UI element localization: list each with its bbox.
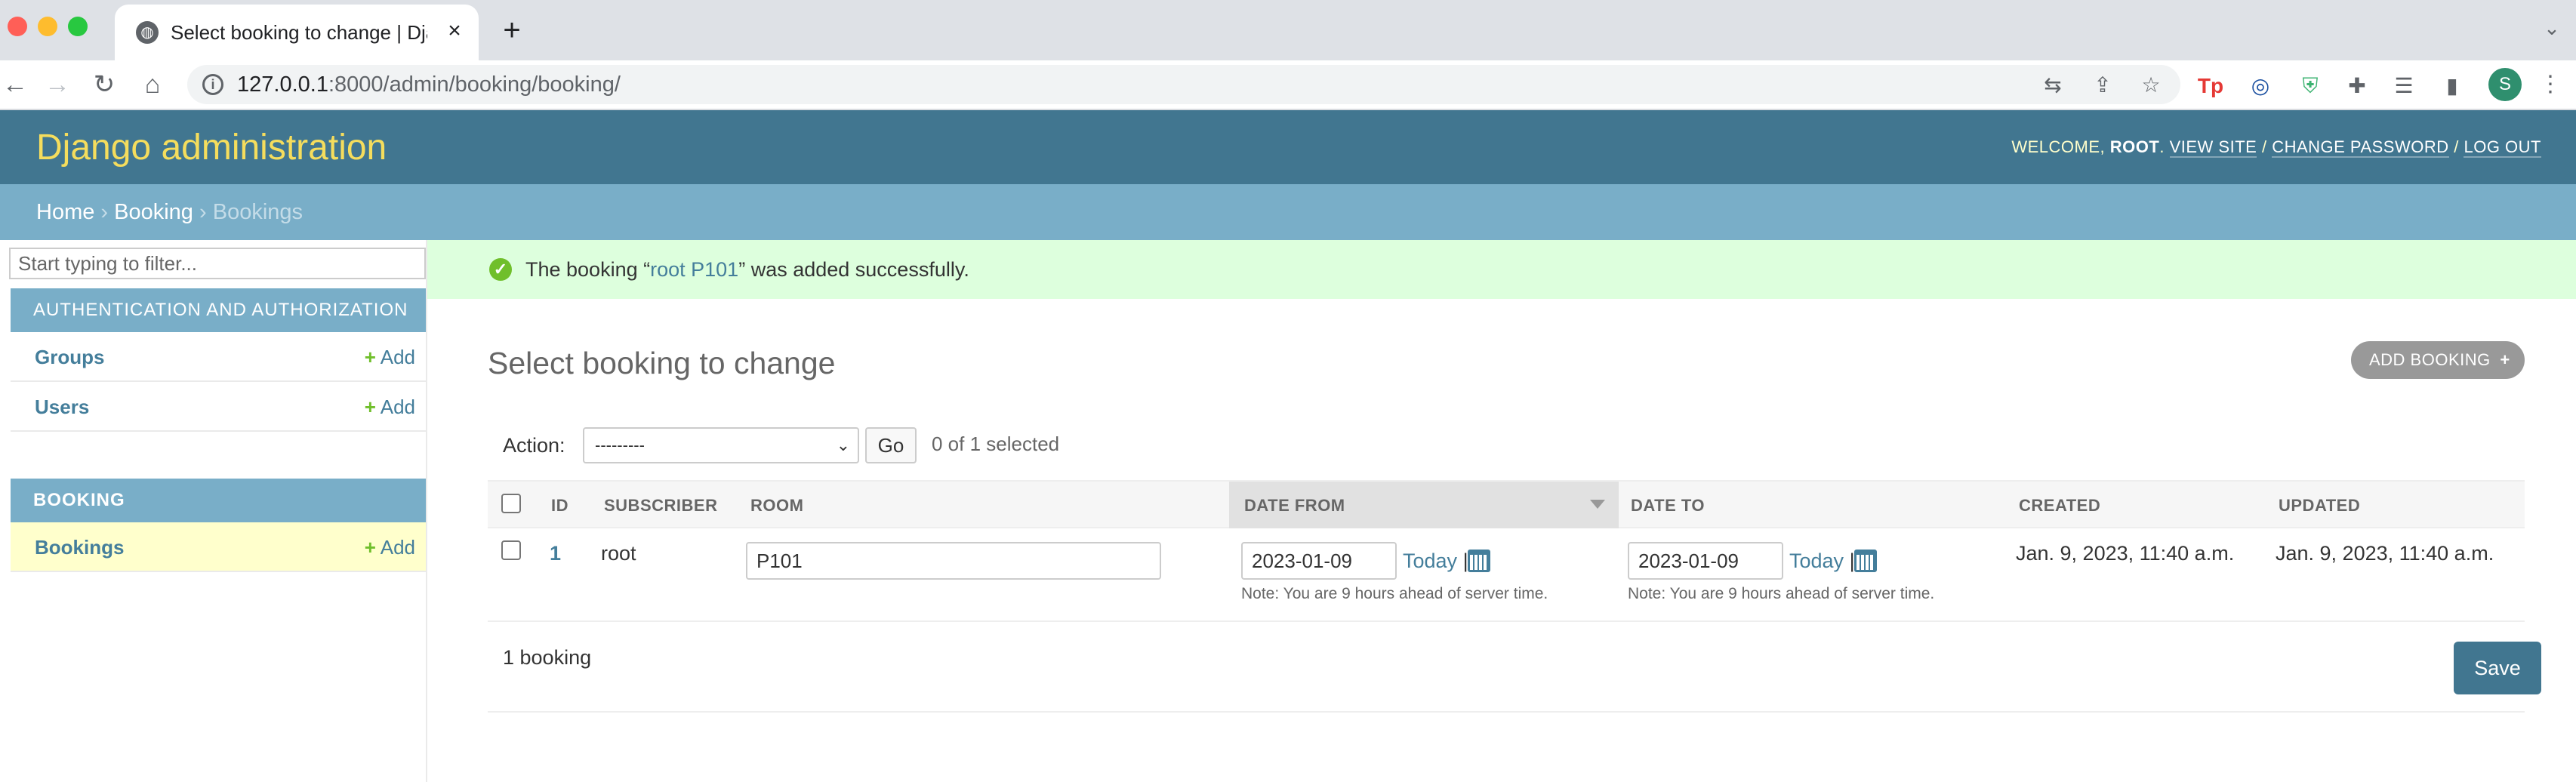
url-path: :8000/admin/booking/booking/: [328, 72, 621, 97]
nav-filter-input[interactable]: Start typing to filter...: [9, 248, 426, 279]
add-booking-button[interactable]: ADD BOOKING +: [2351, 341, 2525, 379]
module-caption-auth[interactable]: AUTHENTICATION AND AUTHORIZATION: [11, 288, 426, 332]
column-header-date-to[interactable]: DATE TO: [1631, 495, 1705, 516]
plus-icon: +: [364, 396, 376, 418]
timezone-note: Note: You are 9 hours ahead of server ti…: [1241, 585, 1548, 602]
url-host: 127.0.0.1: [237, 72, 328, 97]
plus-icon: +: [2500, 350, 2510, 369]
address-bar[interactable]: i 127.0.0.1:8000/admin/booking/booking/ …: [187, 65, 2180, 104]
added-object-link[interactable]: root P101: [650, 258, 738, 281]
translate-icon[interactable]: ⇆: [2040, 72, 2066, 98]
globe-icon: ◍: [136, 21, 159, 44]
sidebar-item-label[interactable]: Groups: [35, 346, 104, 368]
row-updated: Jan. 9, 2023, 11:40 a.m.: [2276, 542, 2494, 565]
go-button[interactable]: Go: [865, 427, 917, 463]
date-from-today-link[interactable]: Today |: [1403, 548, 1468, 574]
action-label: Action:: [503, 434, 565, 457]
column-header-subscriber[interactable]: SUBSCRIBER: [604, 495, 717, 516]
side-panel-icon[interactable]: ▮: [2439, 72, 2466, 100]
sort-descending-icon[interactable]: [1590, 500, 1605, 509]
bookmark-star-icon[interactable]: ☆: [2138, 72, 2164, 98]
nav-sidebar: Start typing to filter... AUTHENTICATION…: [0, 240, 427, 782]
welcome-text: WELCOME,: [2011, 137, 2106, 156]
new-tab-icon[interactable]: +: [495, 14, 528, 47]
url-text[interactable]: 127.0.0.1:8000/admin/booking/booking/: [237, 71, 621, 98]
tab-close-icon[interactable]: ×: [441, 17, 468, 45]
row-subscriber: root: [601, 542, 636, 565]
browser-tab-strip: ◍ Select booking to change | Django site…: [0, 0, 2576, 60]
share-icon[interactable]: ⇪: [2090, 72, 2115, 98]
room-input[interactable]: P101: [746, 542, 1161, 580]
user-tools: WELCOME, ROOT. VIEW SITE / CHANGE PASSWO…: [2011, 137, 2541, 158]
chevron-down-icon: ⌄: [836, 436, 850, 454]
admin-header: Django administration WELCOME, ROOT. VIE…: [0, 110, 2576, 184]
success-check-icon: ✓: [489, 258, 512, 281]
sidebar-item-label[interactable]: Bookings: [35, 536, 124, 559]
date-to-input[interactable]: 2023-01-09: [1628, 542, 1783, 580]
breadcrumb-home[interactable]: Home: [36, 200, 94, 224]
date-to-today-link[interactable]: Today |: [1789, 548, 1855, 574]
calendar-icon[interactable]: [1854, 550, 1877, 572]
browser-menu-icon[interactable]: ⋮: [2537, 69, 2564, 100]
browser-toolbar: ← → ↻ ⌂ i 127.0.0.1:8000/admin/booking/b…: [0, 60, 2576, 110]
site-branding[interactable]: Django administration: [36, 127, 387, 169]
date-from-input[interactable]: 2023-01-09: [1241, 542, 1397, 580]
column-header-id[interactable]: ID: [551, 495, 569, 516]
profile-avatar[interactable]: S: [2488, 68, 2522, 101]
extensions-puzzle-icon[interactable]: ✚: [2343, 72, 2371, 100]
result-count: 1 booking: [503, 646, 592, 669]
results-table-header: ID SUBSCRIBER ROOM DATE FROM DATE TO CRE…: [488, 480, 2525, 528]
reload-icon[interactable]: ↻: [85, 65, 124, 104]
username: ROOT: [2109, 137, 2160, 156]
tab-search-chevron-icon[interactable]: ⌄: [2537, 17, 2567, 44]
change-password-link[interactable]: CHANGE PASSWORD: [2272, 137, 2449, 158]
add-bookings-link[interactable]: + Add: [365, 536, 415, 559]
column-header-updated[interactable]: UPDATED: [2279, 495, 2360, 516]
row-select-checkbox[interactable]: [501, 540, 521, 560]
extension-reader-icon[interactable]: ◎: [2247, 72, 2274, 100]
row-created: Jan. 9, 2023, 11:40 a.m.: [2016, 542, 2235, 565]
select-all-checkbox[interactable]: [501, 494, 521, 513]
breadcrumb-app[interactable]: Booking: [114, 200, 193, 224]
timezone-note: Note: You are 9 hours ahead of server ti…: [1628, 585, 1935, 602]
plus-icon: +: [364, 536, 376, 559]
calendar-icon[interactable]: [1468, 550, 1490, 572]
column-header-created[interactable]: CREATED: [2019, 495, 2100, 516]
reading-list-icon[interactable]: ☰: [2390, 72, 2417, 100]
breadcrumb: Home › Booking › Bookings: [0, 184, 2576, 240]
tab-title: Select booking to change | Django site a…: [171, 21, 427, 44]
forward-icon[interactable]: →: [38, 65, 77, 104]
sidebar-item-bookings: Bookings + Add: [11, 522, 426, 572]
breadcrumb-current: Bookings: [212, 200, 304, 224]
back-icon[interactable]: ←: [0, 65, 35, 104]
plus-icon: +: [364, 346, 376, 368]
window-minimize-button[interactable]: [38, 17, 57, 36]
table-row: 1 root P101 2023-01-09 Today | Note: You…: [488, 528, 2525, 622]
extension-shield-icon[interactable]: ⛨: [2297, 72, 2324, 100]
home-icon[interactable]: ⌂: [133, 65, 172, 104]
save-button[interactable]: Save: [2454, 642, 2541, 694]
extension-tp-icon[interactable]: Tp: [2197, 72, 2224, 100]
sidebar-item-users: Users + Add: [11, 382, 426, 432]
view-site-link[interactable]: VIEW SITE: [2169, 137, 2257, 158]
add-users-link[interactable]: + Add: [365, 396, 415, 418]
browser-tab[interactable]: ◍ Select booking to change | Django site…: [115, 5, 479, 60]
page-title: Select booking to change: [488, 346, 836, 380]
module-caption-booking[interactable]: BOOKING: [11, 479, 426, 522]
log-out-link[interactable]: LOG OUT: [2464, 137, 2541, 158]
add-groups-link[interactable]: + Add: [365, 346, 415, 368]
window-zoom-button[interactable]: [68, 17, 88, 36]
message-text: The booking “root P101” was added succes…: [525, 258, 969, 281]
action-select[interactable]: --------- ⌄: [583, 427, 859, 463]
sidebar-item-groups: Groups + Add: [11, 332, 426, 382]
changelist-footer: 1 booking Save: [488, 622, 2541, 713]
selected-count: 0 of 1 selected: [932, 433, 1060, 455]
column-header-date-from[interactable]: DATE FROM: [1244, 495, 1345, 516]
column-header-room[interactable]: ROOM: [750, 495, 803, 516]
row-id-link[interactable]: 1: [550, 540, 561, 566]
success-message: ✓ The booking “root P101” was added succ…: [427, 240, 2576, 299]
site-info-icon[interactable]: i: [202, 74, 223, 95]
window-close-button[interactable]: [8, 17, 27, 36]
sidebar-item-label[interactable]: Users: [35, 396, 89, 418]
